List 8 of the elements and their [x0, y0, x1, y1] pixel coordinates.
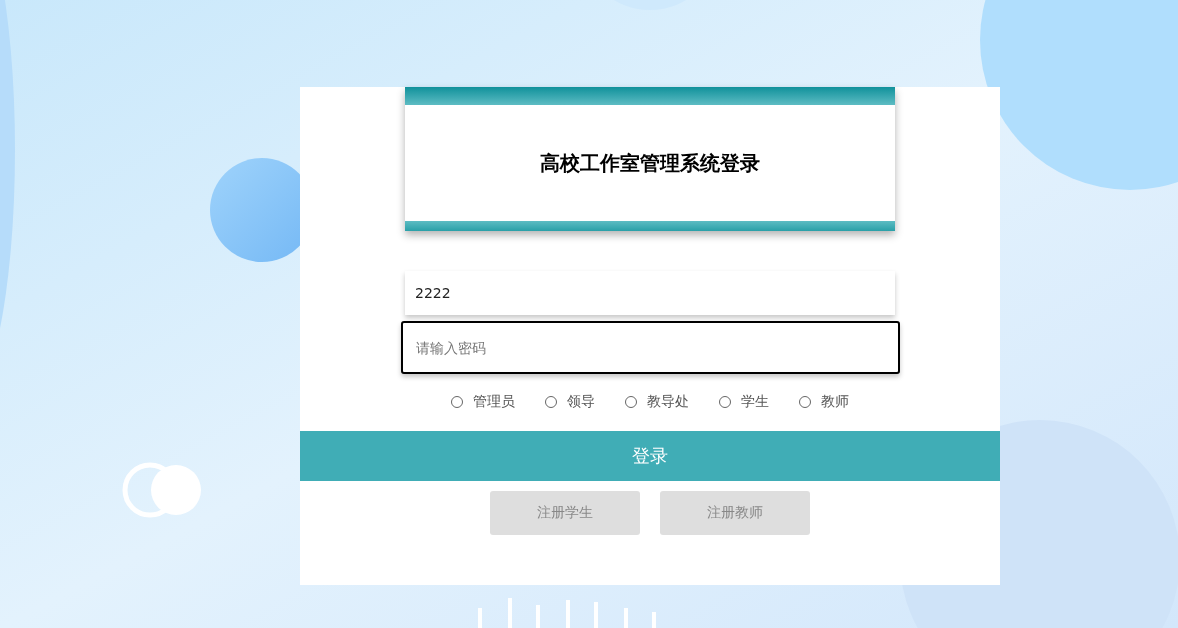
- role-label[interactable]: 教导处: [647, 393, 689, 411]
- username-field[interactable]: 2222: [405, 271, 895, 315]
- role-label[interactable]: 教师: [821, 393, 849, 411]
- role-label[interactable]: 管理员: [473, 393, 515, 411]
- login-title: 高校工作室管理系统登录: [539, 149, 761, 177]
- role-label[interactable]: 领导: [567, 393, 595, 411]
- role-label[interactable]: 学生: [741, 393, 769, 411]
- password-field[interactable]: 请输入密码: [400, 321, 900, 374]
